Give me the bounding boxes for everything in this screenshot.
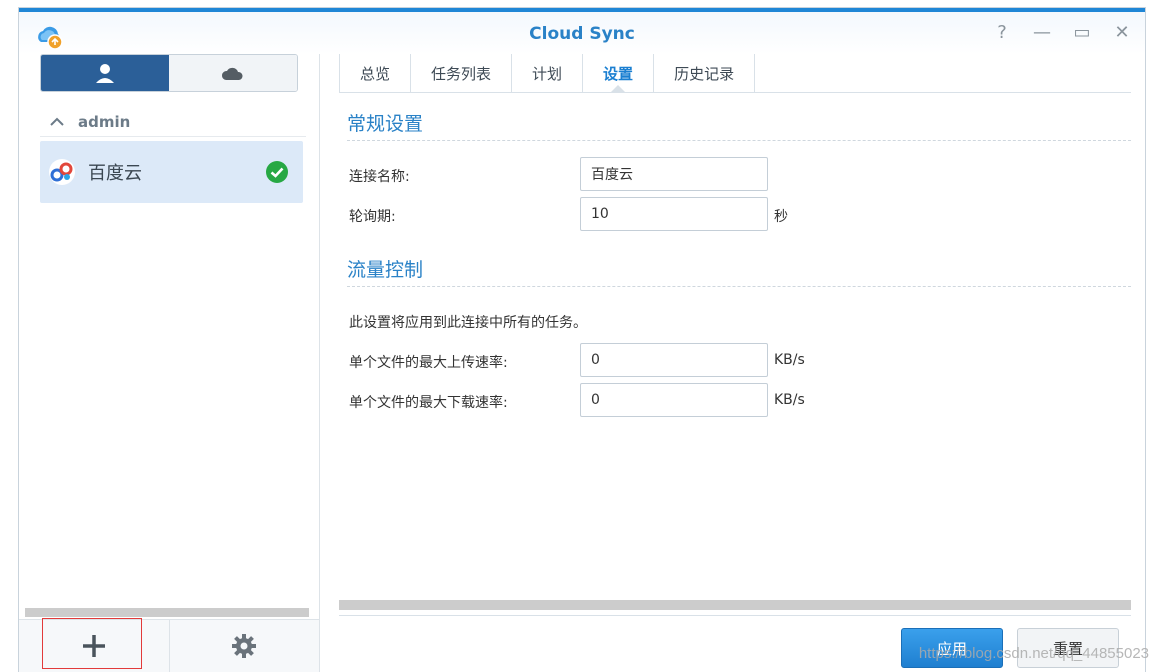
traffic-note: 此设置将应用到此连接中所有的任务。 [349,315,587,331]
group-label: admin [78,113,131,131]
connection-name-field[interactable] [580,157,768,191]
chevron-up-icon [50,117,64,126]
gear-icon [232,634,257,658]
max-download-label: 单个文件的最大下载速率: [349,395,508,411]
sidebar-toolbar [19,618,320,672]
close-icon[interactable]: ✕ [1113,24,1131,42]
highlight-box [42,618,142,669]
tab-schedule[interactable]: 计划 [511,54,582,92]
connection-name-label: 连接名称: [349,169,410,185]
account-view-toggle [40,54,298,92]
max-upload-label: 单个文件的最大上传速率: [349,355,508,371]
sidebar-scrollbar[interactable] [25,608,309,617]
tab-bar: 总览 任务列表 计划 设置 历史记录 [339,54,1131,93]
download-unit: KB/s [774,392,805,408]
settings-panel: 总览 任务列表 计划 设置 历史记录 常规设置 连接名称: 轮询期: 秒 流量控… [339,54,1131,672]
poll-period-label: 轮询期: [349,209,396,225]
maximize-icon[interactable]: ▭ [1073,24,1091,42]
admin-group-header[interactable]: admin [40,108,306,137]
content-scrollbar[interactable] [339,600,1131,610]
upload-unit: KB/s [774,352,805,368]
watermark: https://blog.csdn.net/qq_44855023 [918,645,1149,662]
connection-name: 百度云 [88,163,142,184]
poll-period-field[interactable] [580,197,768,231]
check-circle-icon [266,161,288,183]
tab-overview[interactable]: 总览 [339,54,410,92]
general-settings-heading: 常规设置 [347,109,1131,141]
connection-item-baidu[interactable]: 百度云 [40,141,303,203]
max-upload-field[interactable] [580,343,768,377]
window-controls: ? — ▭ ✕ [993,24,1131,42]
user-view-tab[interactable] [41,55,169,91]
help-icon[interactable]: ? [993,24,1011,42]
baidu-cloud-icon [49,159,75,185]
title-bar: Cloud Sync ? — ▭ ✕ [19,8,1145,54]
minimize-icon[interactable]: — [1033,24,1051,42]
tab-history[interactable]: 历史记录 [653,54,756,92]
global-settings-button[interactable] [170,620,320,672]
cloud-sync-window: Cloud Sync ? — ▭ ✕ admin 百度云 总览 任务列表 计划 … [19,8,1145,672]
add-connection-button[interactable] [19,618,170,672]
user-icon [96,64,114,83]
poll-unit: 秒 [774,209,788,225]
tab-settings[interactable]: 设置 [582,54,653,93]
window-title: Cloud Sync [529,24,635,44]
cloud-view-tab[interactable] [169,55,297,91]
max-download-field[interactable] [580,383,768,417]
traffic-control-heading: 流量控制 [347,255,1131,287]
sidebar: admin 百度云 [19,54,320,672]
tab-task-list[interactable]: 任务列表 [410,54,511,92]
footer-bar: 应用 重置 [339,615,1131,672]
cloud-icon [221,67,243,80]
